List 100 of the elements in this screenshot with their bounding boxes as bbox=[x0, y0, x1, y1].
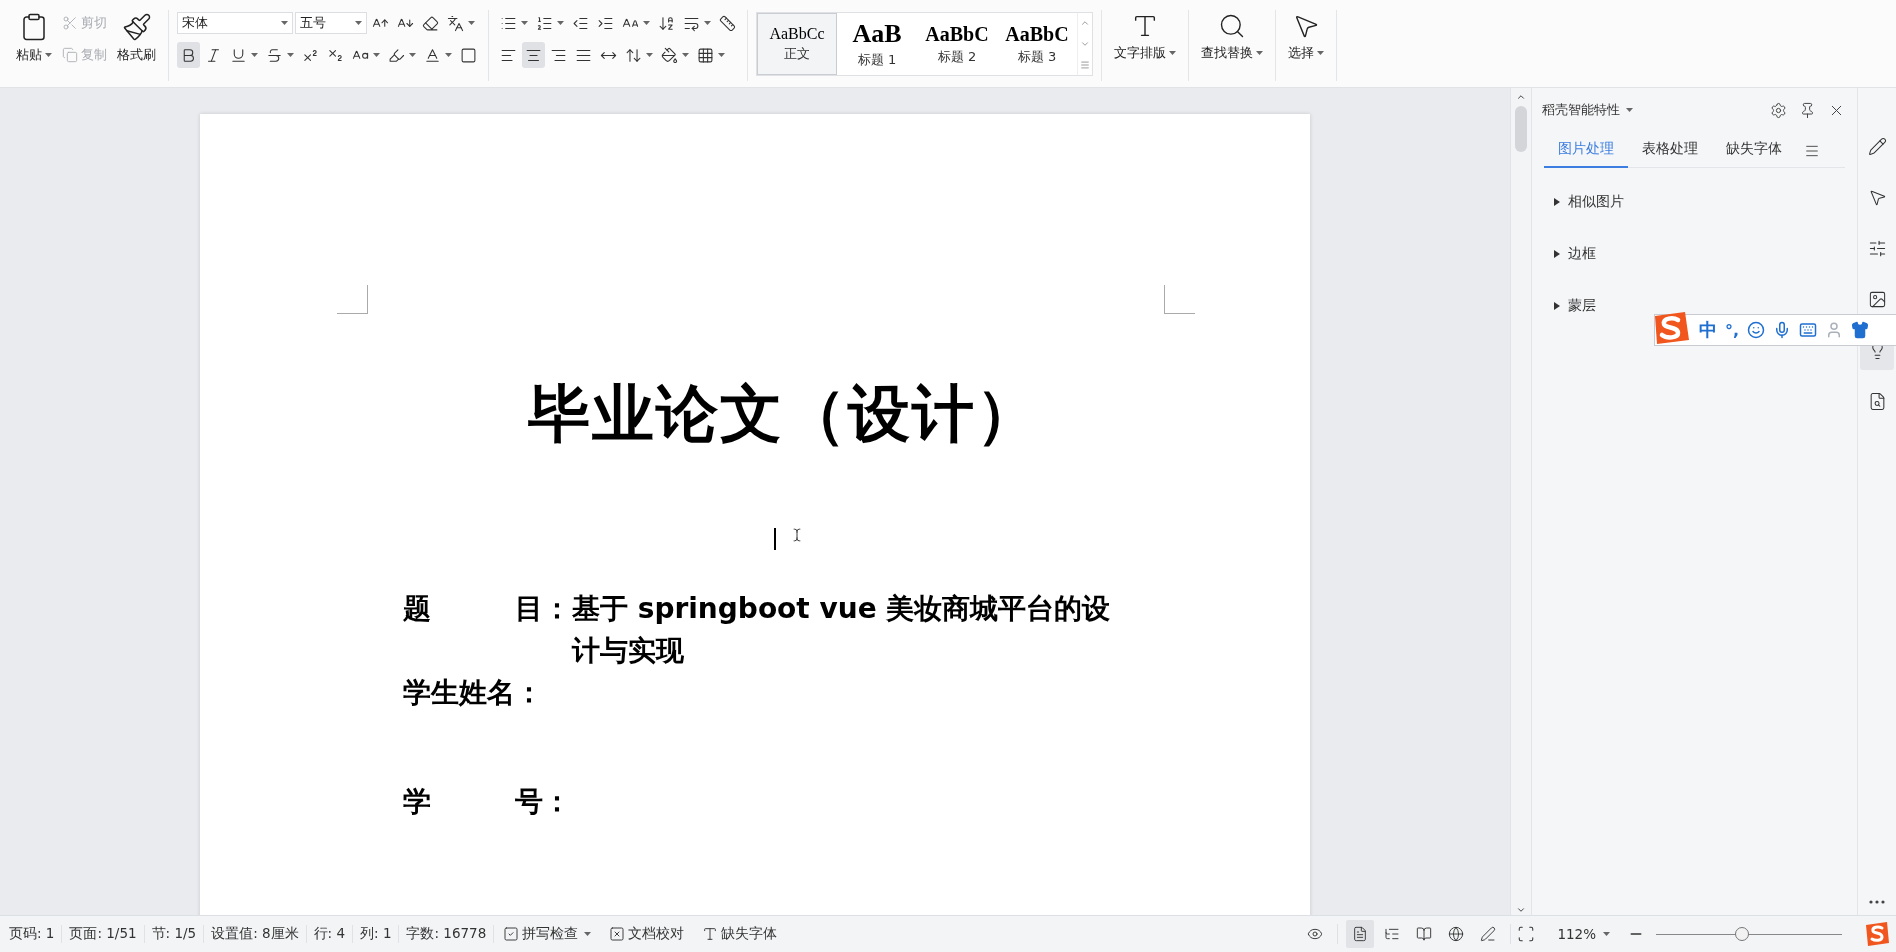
status-text: 设置值: 8厘米 bbox=[204, 925, 307, 943]
spell-check-button[interactable]: 拼写检查 bbox=[494, 925, 601, 943]
scroll-up-icon[interactable] bbox=[1516, 92, 1526, 102]
caret-icon bbox=[643, 21, 650, 25]
status-button-label: 缺失字体 bbox=[721, 925, 778, 943]
ime-tray-icon[interactable] bbox=[1864, 921, 1890, 947]
underline-icon bbox=[230, 46, 247, 64]
caret-icon bbox=[1603, 932, 1610, 936]
status-text: 行: 4 bbox=[306, 925, 354, 943]
style-tile[interactable]: AaBbC 标题 2 bbox=[917, 13, 997, 75]
border-icon bbox=[460, 46, 477, 64]
shirt-icon[interactable] bbox=[1851, 321, 1870, 339]
copy-icon bbox=[62, 47, 78, 63]
clear-icon bbox=[422, 14, 439, 32]
strike-icon bbox=[266, 46, 283, 64]
status-text: 节: 1/5 bbox=[144, 925, 205, 943]
zoom-value: 112% bbox=[1557, 926, 1596, 942]
style-tile[interactable]: AaBbC 标题 3 bbox=[997, 13, 1077, 75]
highlight-icon bbox=[388, 46, 405, 64]
format-painter-button[interactable]: 格式刷 bbox=[113, 10, 160, 66]
ime-punctuation[interactable]: °, bbox=[1725, 320, 1740, 340]
caret-icon bbox=[646, 53, 653, 57]
pinyin-icon bbox=[447, 14, 464, 32]
bold-button[interactable] bbox=[177, 42, 200, 68]
status-button-label: 文档校对 bbox=[628, 925, 685, 943]
center-button[interactable] bbox=[522, 42, 545, 68]
sort-icon bbox=[658, 14, 675, 32]
style-tile[interactable]: AaB 标题 1 bbox=[837, 13, 917, 75]
zoom-slider-thumb[interactable] bbox=[1734, 927, 1749, 941]
caret-icon bbox=[521, 21, 528, 25]
pin-icon[interactable] bbox=[1799, 101, 1816, 119]
caret-icon bbox=[445, 53, 452, 57]
tool-label: 查找替换 bbox=[1201, 44, 1253, 62]
tool-label: 选择 bbox=[1288, 44, 1314, 62]
caret-icon bbox=[557, 21, 564, 25]
panel-tab[interactable]: 图片处理 bbox=[1544, 134, 1628, 168]
spacing-icon bbox=[625, 46, 642, 64]
globe-icon bbox=[1448, 925, 1465, 943]
panel-section[interactable]: 边框 bbox=[1532, 228, 1857, 280]
status-text: 列: 1 bbox=[353, 925, 400, 943]
check-box-icon bbox=[503, 926, 520, 942]
color-icon bbox=[424, 46, 441, 64]
field-label: 题 目： bbox=[403, 591, 572, 627]
image-icon bbox=[1867, 289, 1887, 309]
borders-icon bbox=[697, 46, 714, 64]
ime-mode[interactable]: 中 bbox=[1699, 318, 1717, 342]
pencil-icon bbox=[1867, 136, 1887, 156]
field-label: 学生姓名： bbox=[403, 675, 544, 711]
caret-icon bbox=[468, 21, 475, 25]
caret-icon bbox=[281, 21, 288, 25]
corner-mark bbox=[337, 285, 368, 314]
fit-page-icon[interactable] bbox=[1517, 925, 1536, 943]
caret-icon bbox=[1317, 51, 1324, 55]
panel-section[interactable]: 相似图片 bbox=[1532, 176, 1857, 228]
zoom-level-select[interactable]: 112% bbox=[1551, 925, 1616, 943]
ruler-icon bbox=[719, 14, 736, 32]
font-size-value: 五号 bbox=[300, 14, 326, 32]
panel-tab[interactable]: 缺失字体 bbox=[1712, 134, 1796, 168]
font-family-select[interactable]: 宋体 bbox=[177, 12, 293, 34]
document-title: 毕业论文（设计） bbox=[527, 376, 1041, 452]
find-button[interactable]: 查找替换 bbox=[1197, 10, 1267, 64]
select-button[interactable]: 选择 bbox=[1284, 10, 1328, 64]
caret-icon bbox=[355, 21, 362, 25]
settings-icon[interactable] bbox=[1770, 101, 1787, 119]
caret-icon bbox=[45, 53, 52, 57]
x-box-icon bbox=[609, 926, 626, 942]
font-size-select[interactable]: 五号 bbox=[295, 12, 367, 34]
sliders-icon bbox=[1867, 238, 1887, 258]
font-family-value: 宋体 bbox=[182, 14, 208, 32]
font-icon bbox=[702, 926, 719, 942]
tool-label: 文字排版 bbox=[1114, 44, 1166, 62]
pen-icon bbox=[1480, 925, 1497, 943]
caret-icon bbox=[584, 932, 592, 936]
smile-icon[interactable] bbox=[1747, 321, 1766, 339]
caret-icon bbox=[287, 53, 294, 57]
caret-icon bbox=[718, 53, 725, 57]
proofread-button[interactable]: 文档校对 bbox=[600, 925, 694, 943]
status-text: 页码: 1 bbox=[2, 925, 63, 943]
brush-icon bbox=[121, 12, 152, 42]
caret-icon bbox=[1256, 51, 1263, 55]
keyboard-icon[interactable] bbox=[1799, 321, 1818, 339]
caret-icon bbox=[1169, 51, 1176, 55]
caret-icon bbox=[1626, 108, 1633, 112]
italic-icon bbox=[205, 46, 222, 64]
missing-font-button[interactable]: 缺失字体 bbox=[693, 925, 787, 943]
field-value: 基于 springboot vue 美妆商城平台的设计与实现 bbox=[572, 591, 1112, 669]
paste-button[interactable]: 粘贴 bbox=[12, 10, 56, 66]
style-tile[interactable]: AaBbCc 正文 bbox=[757, 13, 837, 75]
scissors-icon bbox=[62, 15, 78, 31]
scroll-thumb[interactable] bbox=[1515, 106, 1527, 152]
status-text: 字数: 16778 bbox=[399, 925, 495, 943]
numbers-icon bbox=[536, 14, 553, 32]
scroll-down-icon[interactable] bbox=[1516, 905, 1526, 915]
field-label: 学 号： bbox=[403, 784, 572, 820]
caret-icon bbox=[682, 53, 689, 57]
vertical-scrollbar[interactable] bbox=[1510, 88, 1531, 915]
text-caret bbox=[774, 528, 776, 550]
layout-button[interactable]: 文字排版 bbox=[1110, 10, 1180, 64]
view-mode-button[interactable] bbox=[1346, 920, 1375, 948]
panel-tab[interactable]: 表格处理 bbox=[1628, 134, 1712, 168]
